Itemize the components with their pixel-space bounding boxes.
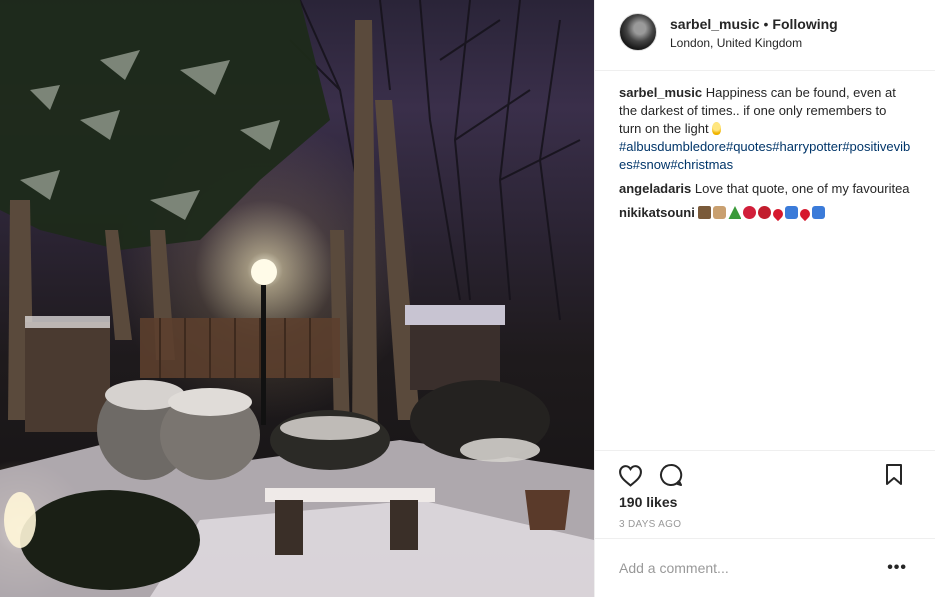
light-bulb-icon <box>712 122 722 135</box>
comment-text: Love that quote, one of my favouritea <box>694 181 910 196</box>
heart-outline-icon[interactable] <box>617 462 643 488</box>
lips-icon <box>743 206 757 219</box>
action-bar <box>595 450 935 487</box>
author-line: sarbel_music • Following <box>670 16 838 32</box>
post-photo[interactable] <box>0 0 594 597</box>
hashtag-quotes[interactable]: #quotes <box>726 139 772 154</box>
author-username[interactable]: sarbel_music <box>670 16 760 32</box>
speech-bubble-icon[interactable] <box>658 462 684 488</box>
post-details-panel: sarbel_music • Following London, United Ki… <box>594 0 935 597</box>
bookmark-icon[interactable] <box>881 462 907 488</box>
caption: sarbel_music Happiness can be found, eve… <box>619 84 911 174</box>
comment: angeladaris Love that quote, one of my f… <box>619 180 911 198</box>
house-icon <box>713 206 727 219</box>
lion-icon <box>698 206 712 219</box>
comment-username[interactable]: nikikatsouni <box>619 205 695 220</box>
hashtag-albusdumbledore[interactable]: #albusdumbledore <box>619 139 726 154</box>
hashtag-christmas[interactable]: #christmas <box>670 157 733 172</box>
comments-list: sarbel_music Happiness can be found, eve… <box>619 84 911 228</box>
following-button[interactable]: Following <box>772 16 837 32</box>
top-icon <box>812 206 826 219</box>
top-icon <box>785 206 799 219</box>
hashtag-harrypotter[interactable]: #harrypotter <box>772 139 842 154</box>
comment: nikikatsouni <box>619 204 911 222</box>
heart-icon <box>771 206 786 222</box>
snowy-garden-night-scene <box>0 0 594 597</box>
separator-dot: • <box>763 16 769 32</box>
lips-icon <box>758 206 772 219</box>
comment-input[interactable] <box>617 555 871 581</box>
post-timestamp[interactable]: 3 DAYS AGO <box>619 519 681 530</box>
hashtag-snow[interactable]: #snow <box>633 157 671 172</box>
comment-username[interactable]: angeladaris <box>619 181 691 196</box>
caption-username[interactable]: sarbel_music <box>619 85 702 100</box>
like-count[interactable]: 190 likes <box>619 494 677 510</box>
post-header: sarbel_music • Following London, United Ki… <box>595 0 935 71</box>
location-link[interactable]: London, United Kingdom <box>670 36 802 50</box>
add-comment-section: ••• <box>595 538 935 597</box>
heart-icon <box>798 206 813 222</box>
avatar[interactable] <box>619 13 657 51</box>
christmas-tree-icon <box>728 206 742 219</box>
instagram-post: sarbel_music • Following London, United Ki… <box>0 0 935 597</box>
more-options-icon[interactable]: ••• <box>887 559 907 577</box>
